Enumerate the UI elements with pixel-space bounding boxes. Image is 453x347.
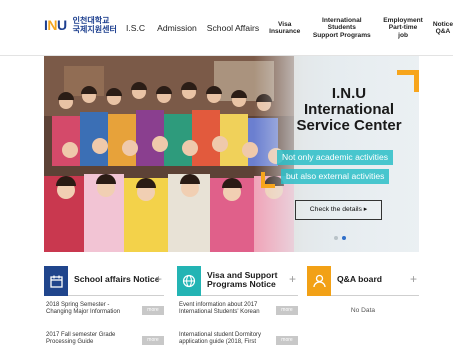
logo-line-2: 국제지원센터 — [72, 25, 117, 34]
board-header: Visa and Support Programs Notice + — [177, 266, 298, 296]
more-badge[interactable]: more — [276, 306, 298, 315]
board-header: Q&A board + — [307, 266, 419, 296]
more-badge[interactable]: more — [142, 306, 164, 315]
nav-item-visa-insurance[interactable]: Visa Insurance — [269, 21, 300, 36]
plus-icon[interactable]: + — [410, 273, 417, 285]
nav-item-isc[interactable]: I.S.C — [126, 24, 145, 33]
calendar-icon — [44, 266, 68, 296]
accent-bracket-bottom — [261, 172, 275, 188]
board-title: Visa and Support Programs Notice — [207, 271, 278, 289]
hero-banner: I.N.U International Service Center Not o… — [44, 56, 419, 252]
list-item[interactable]: 2017 Fall semester Grade Processing Guid… — [44, 332, 164, 347]
list-item[interactable]: International student Dormitory applicat… — [177, 332, 298, 347]
hero-title-line-2: International — [303, 101, 394, 118]
school-affairs-board: School affairs Notice + 2018 Spring Seme… — [44, 266, 164, 347]
main-nav: I.S.C Admission School Affairs Visa Insu… — [126, 14, 453, 42]
board-title-line-2: Programs Notice — [207, 279, 276, 289]
top-navigation-bar: INU 인천대학교 국제지원센터 I.S.C Admission School … — [0, 0, 453, 56]
hero-title-line-1: I.N.U — [331, 85, 367, 102]
hero-tag-external: but also external activities — [281, 169, 390, 184]
list-item[interactable]: 2018 Spring Semester - Changing Major In… — [44, 302, 164, 324]
list-item-text[interactable]: International student Dormitory applicat… — [179, 332, 263, 346]
qa-board: Q&A board + No Data — [307, 266, 419, 347]
board-title: School affairs Notice — [74, 274, 160, 284]
nav-item-admission[interactable]: Admission — [157, 24, 197, 33]
visa-support-board: Visa and Support Programs Notice + Event… — [177, 266, 298, 347]
logo-text: 인천대학교 국제지원센터 — [73, 16, 117, 34]
carousel-dot-1[interactable] — [334, 236, 338, 240]
hero-tag-academic: Not only academic activities — [277, 150, 394, 165]
list-item-text[interactable]: Event information about 2017 Internation… — [179, 302, 263, 316]
board-header: School affairs Notice + — [44, 266, 164, 296]
list-item[interactable]: Event information about 2017 Internation… — [177, 302, 298, 324]
plus-icon[interactable]: + — [289, 273, 296, 285]
plus-icon[interactable]: + — [155, 273, 162, 285]
logo-mark: INU — [44, 17, 67, 33]
nav-item-notice-qa[interactable]: Notice Q&A — [433, 21, 453, 36]
hero-title: I.N.U International Service Center — [289, 86, 409, 134]
carousel-dot-2[interactable] — [342, 236, 346, 240]
check-details-button[interactable]: Check the details ▸ — [295, 200, 382, 220]
empty-state-text: No Data — [350, 307, 376, 314]
list-item-text[interactable]: 2018 Spring Semester - Changing Major In… — [46, 302, 130, 316]
globe-icon — [177, 266, 201, 296]
nav-item-employment[interactable]: Employment Part-time job — [383, 17, 423, 40]
carousel-pagination — [334, 236, 346, 240]
nav-item-school-affairs[interactable]: School Affairs — [207, 24, 259, 33]
nav-item-support-programs[interactable]: International Students Support Programs — [312, 17, 371, 40]
hero-title-line-3: Service Center — [296, 117, 402, 134]
more-badge[interactable]: more — [276, 336, 298, 345]
logo-line-1: 인천대학교 — [72, 16, 110, 25]
board-title: Q&A board — [337, 274, 383, 284]
notice-boards: School affairs Notice + 2018 Spring Seme… — [44, 266, 419, 347]
more-badge[interactable]: more — [142, 336, 164, 345]
list-item-text[interactable]: 2017 Fall semester Grade Processing Guid… — [46, 332, 130, 346]
person-icon — [307, 266, 331, 296]
site-logo[interactable]: INU 인천대학교 국제지원센터 — [44, 16, 117, 34]
